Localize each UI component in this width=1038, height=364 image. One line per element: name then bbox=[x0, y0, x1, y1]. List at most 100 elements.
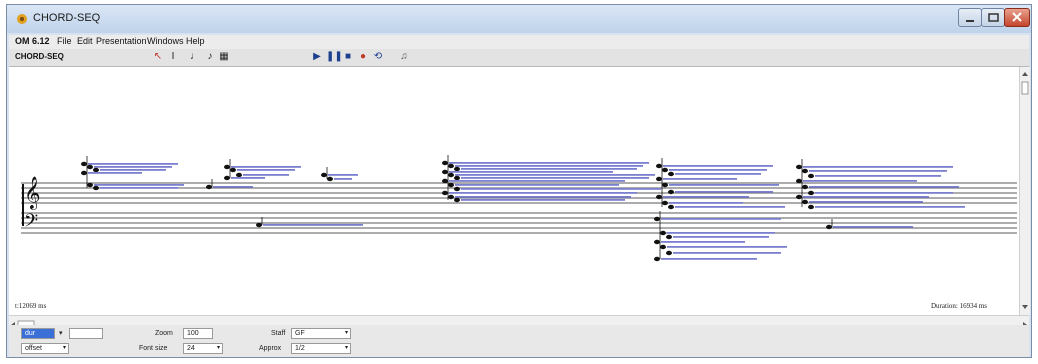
horizontal-scrollbar[interactable] bbox=[9, 315, 1029, 329]
note-head[interactable] bbox=[224, 164, 230, 170]
duration-line bbox=[455, 174, 655, 176]
staff-select[interactable]: GF ▾ bbox=[291, 328, 351, 339]
text-cursor-icon[interactable]: I bbox=[167, 51, 179, 63]
note-head[interactable] bbox=[454, 166, 460, 172]
note-head[interactable] bbox=[230, 167, 236, 173]
note-head[interactable] bbox=[662, 182, 668, 188]
note-head[interactable] bbox=[796, 164, 802, 170]
note-head[interactable] bbox=[448, 194, 454, 200]
note-head[interactable] bbox=[87, 164, 93, 170]
note-head[interactable] bbox=[668, 171, 674, 177]
zoom-field[interactable]: 100 bbox=[183, 328, 213, 339]
note-head[interactable] bbox=[668, 204, 674, 210]
close-button[interactable] bbox=[1004, 8, 1030, 27]
note-head[interactable] bbox=[236, 172, 242, 178]
scroll-up-icon[interactable] bbox=[1020, 67, 1030, 315]
param2-select[interactable]: offset ▾ bbox=[21, 343, 69, 354]
font-size-value: 24 bbox=[187, 345, 195, 352]
note-head[interactable] bbox=[662, 200, 668, 206]
notes-layer[interactable] bbox=[81, 155, 965, 262]
note-head[interactable] bbox=[808, 190, 814, 196]
note-head[interactable] bbox=[808, 173, 814, 179]
note-head[interactable] bbox=[81, 170, 87, 176]
duration-line bbox=[809, 186, 959, 188]
note-icon[interactable]: ♩ bbox=[189, 51, 201, 63]
note-head[interactable] bbox=[442, 190, 448, 196]
note-head[interactable] bbox=[802, 168, 808, 174]
duration-line bbox=[809, 201, 923, 203]
duration-line bbox=[461, 188, 661, 190]
param-select[interactable]: dur bbox=[21, 328, 55, 339]
note-head[interactable] bbox=[454, 175, 460, 181]
note-head[interactable] bbox=[256, 222, 262, 228]
font-size-select[interactable]: 24 ▾ bbox=[183, 343, 223, 354]
chevron-down-icon[interactable]: ▾ bbox=[59, 328, 63, 339]
note-head[interactable] bbox=[454, 186, 460, 192]
play-icon[interactable]: ▶ bbox=[311, 51, 323, 63]
note-head[interactable] bbox=[448, 182, 454, 188]
select-arrow-icon[interactable]: ↖ bbox=[152, 51, 164, 63]
minimize-button[interactable] bbox=[958, 8, 982, 27]
note-head[interactable] bbox=[796, 178, 802, 184]
pause-icon[interactable]: ❚❚ bbox=[326, 51, 343, 63]
grid-icon[interactable]: ▦ bbox=[218, 51, 230, 63]
note-head[interactable] bbox=[81, 161, 87, 167]
menu-edit[interactable]: Edit bbox=[77, 36, 93, 46]
duration-line bbox=[461, 199, 625, 201]
note-head[interactable] bbox=[654, 239, 660, 245]
note-head[interactable] bbox=[442, 160, 448, 166]
note-head[interactable] bbox=[224, 175, 230, 181]
note-head[interactable] bbox=[802, 199, 808, 205]
note-head[interactable] bbox=[668, 189, 674, 195]
note-head[interactable] bbox=[321, 172, 327, 178]
note-head[interactable] bbox=[87, 182, 93, 188]
zoom-label: Zoom bbox=[155, 330, 173, 337]
note-head[interactable] bbox=[826, 224, 832, 230]
maximize-button[interactable] bbox=[981, 8, 1005, 27]
menu-file[interactable]: File bbox=[57, 36, 72, 46]
note-head[interactable] bbox=[654, 256, 660, 262]
midi-output-icon[interactable]: ♫ bbox=[398, 51, 410, 63]
note-head[interactable] bbox=[808, 204, 814, 210]
note-head[interactable] bbox=[662, 167, 668, 173]
vertical-scrollbar[interactable] bbox=[1019, 67, 1030, 315]
note-head[interactable] bbox=[448, 163, 454, 169]
note-head[interactable] bbox=[93, 185, 99, 191]
note-head[interactable] bbox=[656, 176, 662, 182]
note-head[interactable] bbox=[442, 169, 448, 175]
staff-value: GF bbox=[295, 330, 305, 337]
staff-label: Staff bbox=[271, 330, 286, 337]
menu-presentation[interactable]: Presentation bbox=[96, 36, 147, 46]
grace-note-icon[interactable]: ♪ bbox=[204, 51, 216, 63]
note-head[interactable] bbox=[654, 216, 660, 222]
bass-clef-icon: 𝄢 bbox=[24, 211, 38, 236]
note-head[interactable] bbox=[802, 184, 808, 190]
duration-line bbox=[673, 252, 781, 254]
note-head[interactable] bbox=[448, 172, 454, 178]
note-head[interactable] bbox=[442, 178, 448, 184]
stop-icon[interactable]: ■ bbox=[342, 51, 354, 63]
note-head[interactable] bbox=[660, 244, 666, 250]
param-value-field[interactable] bbox=[69, 328, 103, 339]
duration-line bbox=[88, 172, 142, 174]
record-icon[interactable]: ● bbox=[357, 51, 369, 63]
menu-windows[interactable]: Windows bbox=[147, 36, 184, 46]
note-head[interactable] bbox=[796, 194, 802, 200]
note-head[interactable] bbox=[660, 230, 666, 236]
menu-version[interactable]: OM 6.12 bbox=[15, 36, 50, 46]
note-head[interactable] bbox=[666, 234, 672, 240]
menu-help[interactable]: Help bbox=[186, 36, 205, 46]
duration-line bbox=[815, 175, 941, 177]
note-head[interactable] bbox=[454, 197, 460, 203]
note-head[interactable] bbox=[327, 176, 333, 182]
note-head[interactable] bbox=[206, 184, 212, 190]
note-head[interactable] bbox=[656, 194, 662, 200]
score-canvas[interactable]: 𝄞 𝄢 t:12069 ms Duration: 16934 ms bbox=[9, 67, 1019, 315]
note-head[interactable] bbox=[656, 163, 662, 169]
note-head[interactable] bbox=[666, 250, 672, 256]
score-view[interactable]: 𝄞 𝄢 t:12069 ms Duration: 16934 ms bbox=[9, 67, 1019, 315]
loop-icon[interactable]: ⟲ bbox=[372, 51, 384, 63]
approx-select[interactable]: 1/2 ▾ bbox=[291, 343, 351, 354]
note-head[interactable] bbox=[93, 167, 99, 173]
duration-line bbox=[803, 180, 917, 182]
